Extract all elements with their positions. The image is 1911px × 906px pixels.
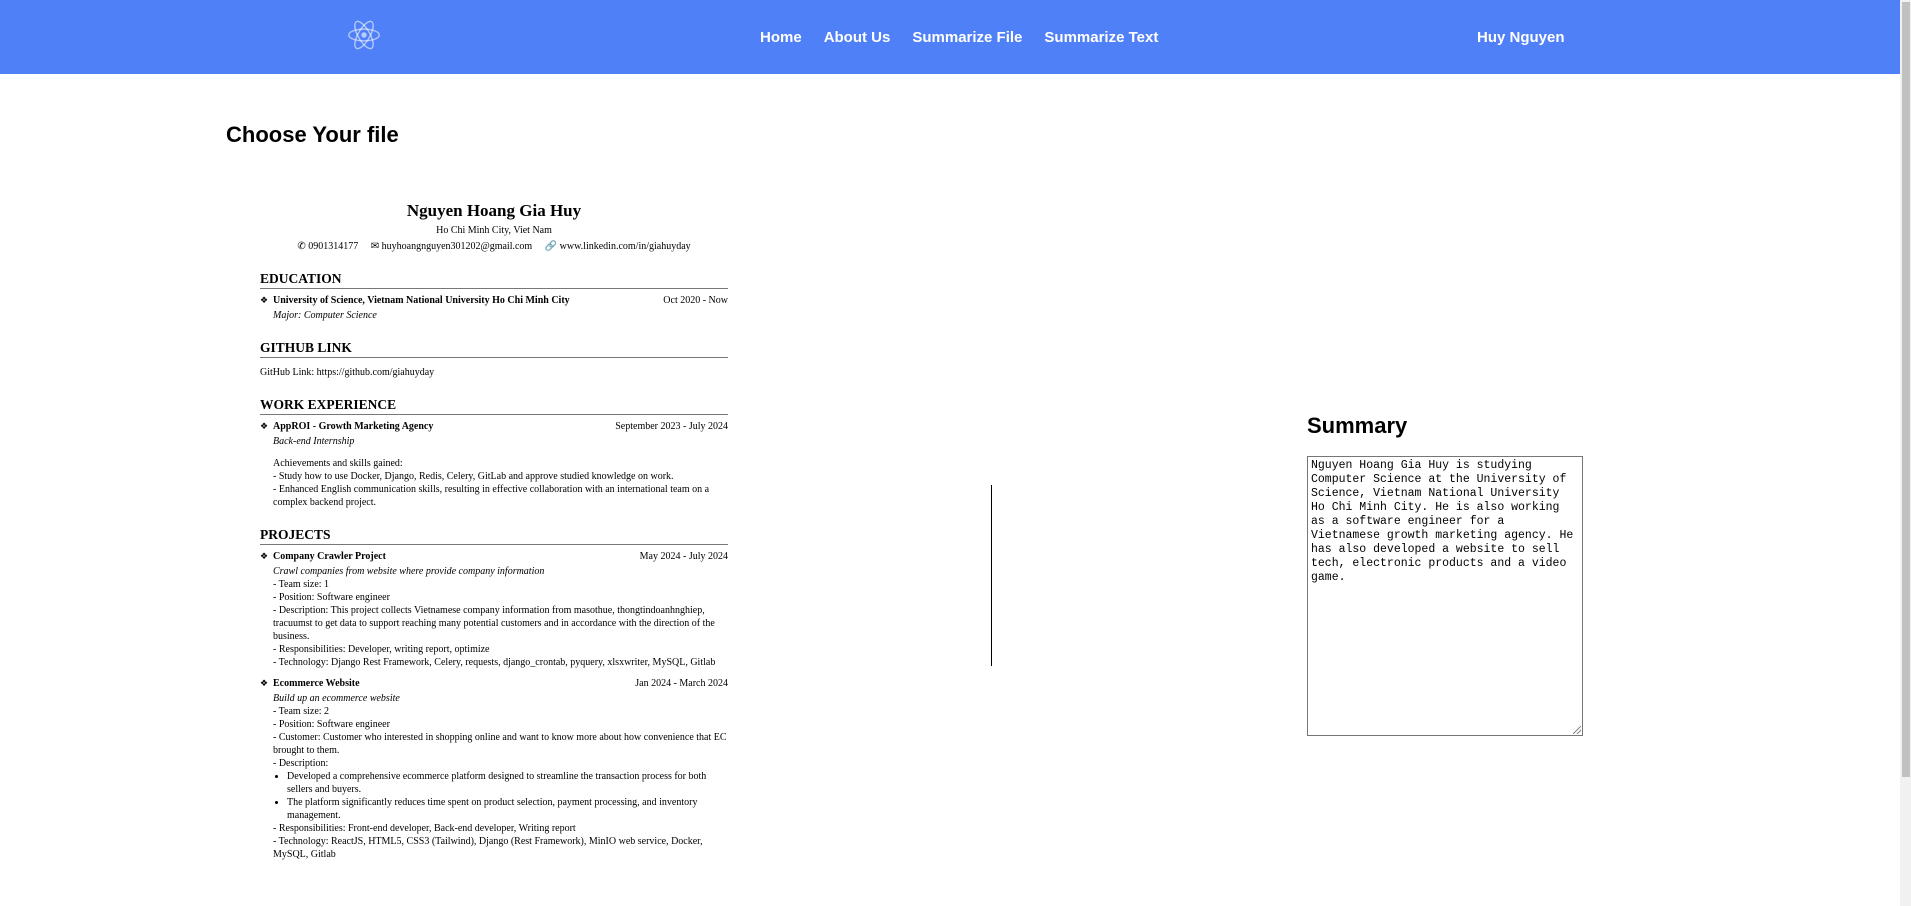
project-bullet: Developed a comprehensive ecommerce plat… xyxy=(287,770,728,796)
project-line: - Responsibilities: Developer, writing r… xyxy=(273,644,490,655)
resume-name: Nguyen Hoang Gia Huy xyxy=(406,201,582,220)
email-icon: ✉ xyxy=(370,241,380,252)
phone-icon: ✆ xyxy=(297,241,306,252)
github-link: GitHub Link: https://github.com/giahuyda… xyxy=(260,367,435,378)
project-line: - Description: xyxy=(273,758,329,769)
resume-location: Ho Chi Minh City, Viet Nam xyxy=(436,225,552,236)
project-line: - Position: Software engineer xyxy=(273,592,390,603)
nav-link-home[interactable]: Home xyxy=(760,29,802,46)
section-work-experience: WORK EXPERIENCE xyxy=(260,397,728,415)
project-entry: ❖ Ecommerce Website Jan 2024 - March 202… xyxy=(260,677,728,861)
project-line: - Responsibilities: Front-end developer,… xyxy=(273,823,576,834)
vertical-divider xyxy=(991,485,992,666)
project-date: May 2024 - July 2024 xyxy=(639,551,728,562)
project-line: - Technology: ReactJS, HTML5, CSS3 (Tail… xyxy=(273,836,703,860)
project-line: - Description: This project collects Vie… xyxy=(273,605,715,642)
section-github: GITHUB LINK xyxy=(260,340,728,358)
project-line: - Team size: 2 xyxy=(273,706,330,717)
project-line: - Team size: 1 xyxy=(273,579,330,590)
work-entry: ❖ AppROI - Growth Marketing Agency Septe… xyxy=(260,420,728,509)
section-education: EDUCATION xyxy=(260,271,728,289)
react-atom-icon[interactable] xyxy=(345,17,383,53)
project-entry: ❖ Company Crawler Project May 2024 - Jul… xyxy=(260,550,728,669)
resume-email: huyhoangnguyen301202@gmail.com xyxy=(381,241,533,252)
diamond-bullet-icon: ❖ xyxy=(260,678,269,688)
resize-handle-icon[interactable] xyxy=(1573,726,1583,736)
resume-linkedin: www.linkedin.com/in/giahuyday xyxy=(559,241,691,252)
resume-phone: 0901314177 xyxy=(308,241,359,252)
diamond-bullet-icon: ❖ xyxy=(260,295,269,305)
project-line: - Customer: Customer who interested in s… xyxy=(273,732,727,756)
project-description: Build up an ecommerce website xyxy=(273,693,400,704)
summary-textarea[interactable]: Nguyen Hoang Gia Huy is studying Compute… xyxy=(1307,456,1583,736)
user-name[interactable]: Huy Nguyen xyxy=(1477,29,1565,46)
work-line: - Study how to use Docker, Django, Redis… xyxy=(273,471,674,482)
section-projects: PROJECTS xyxy=(260,527,728,545)
work-line: - Enhanced English communication skills,… xyxy=(273,484,710,508)
nav-links: Home About Us Summarize File Summarize T… xyxy=(760,29,1180,46)
diamond-bullet-icon: ❖ xyxy=(260,421,269,431)
resume-contacts: ✆ 0901314177 ✉ huyhoangnguyen301202@gmai… xyxy=(260,240,728,253)
link-icon: 🔗 xyxy=(544,241,558,252)
nav-link-about-us[interactable]: About Us xyxy=(824,29,891,46)
page-title: Choose Your file xyxy=(226,122,399,147)
nav-link-summarize-file[interactable]: Summarize File xyxy=(912,29,1022,46)
work-date: September 2023 - July 2024 xyxy=(615,421,728,432)
project-name: Company Crawler Project xyxy=(273,551,386,562)
project-name: Ecommerce Website xyxy=(273,678,360,689)
nav-link-summarize-text[interactable]: Summarize Text xyxy=(1044,29,1158,46)
page-scrollbar[interactable] xyxy=(1900,0,1911,906)
diamond-bullet-icon: ❖ xyxy=(260,551,269,561)
navbar: Home About Us Summarize File Summarize T… xyxy=(0,0,1900,74)
work-line: Achievements and skills gained: xyxy=(273,458,403,469)
education-school: University of Science, Vietnam National … xyxy=(273,295,570,306)
work-role: Back-end Internship xyxy=(273,436,355,447)
project-line: - Technology: Django Rest Framework, Cel… xyxy=(273,657,716,668)
project-bullet: The platform significantly reduces time … xyxy=(287,796,728,822)
project-date: Jan 2024 - March 2024 xyxy=(635,678,728,689)
project-description: Crawl companies from website where provi… xyxy=(273,566,545,577)
education-entry: ❖ University of Science, Vietnam Nationa… xyxy=(260,294,728,322)
project-line: - Position: Software engineer xyxy=(273,719,390,730)
summary-heading: Summary xyxy=(1307,413,1408,438)
project-bullets: Developed a comprehensive ecommerce plat… xyxy=(273,770,728,822)
resume-preview: Nguyen Hoang Gia Huy Ho Chi Minh City, V… xyxy=(260,200,728,861)
education-date: Oct 2020 - Now xyxy=(663,295,728,306)
education-major: Major: Computer Science xyxy=(273,310,377,321)
work-company: AppROI - Growth Marketing Agency xyxy=(273,421,434,432)
scrollbar-thumb[interactable] xyxy=(1902,2,1910,777)
